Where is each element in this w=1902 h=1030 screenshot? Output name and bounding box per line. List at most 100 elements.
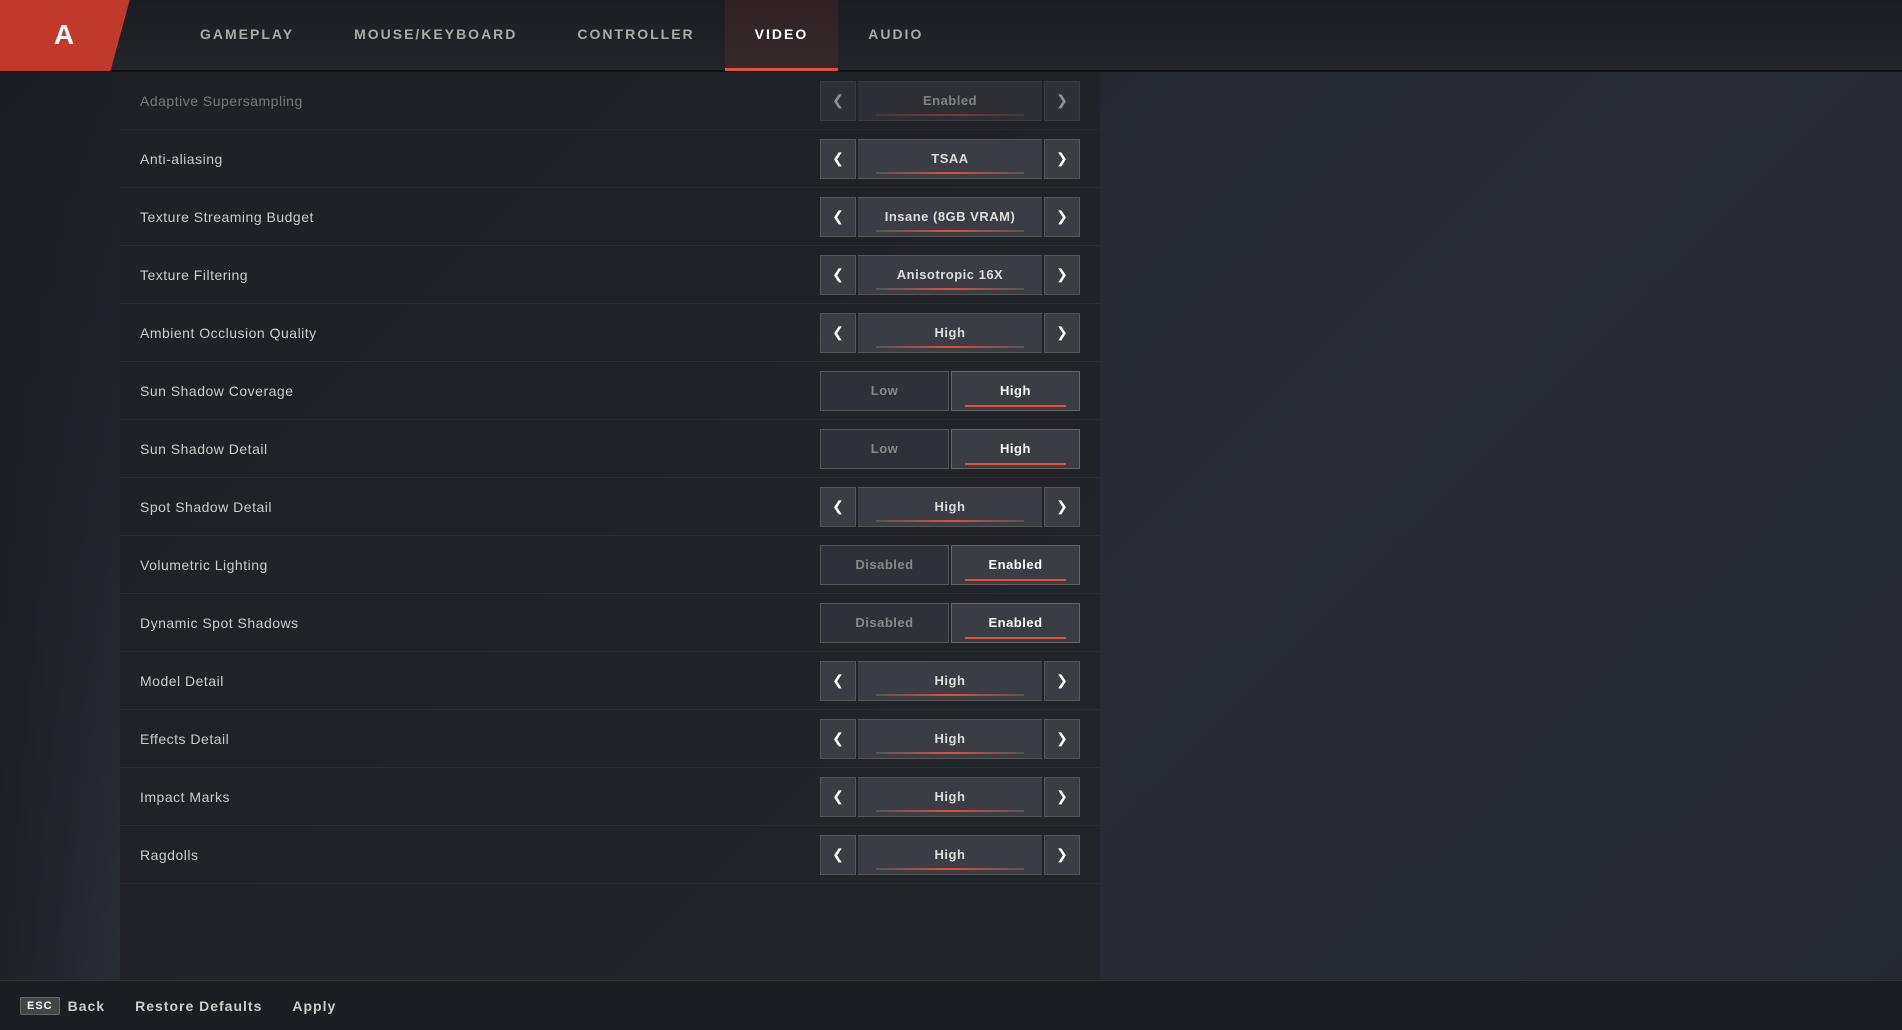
- selector-value: High: [935, 847, 966, 862]
- selector-underline: [876, 346, 1023, 348]
- setting-label: Sun Shadow Coverage: [140, 383, 820, 399]
- settings-panel: Adaptive Supersampling❮Enabled❯Anti-alia…: [120, 72, 1100, 980]
- selector-value-wrap: High: [858, 487, 1042, 527]
- arrow-left-button[interactable]: ❮: [820, 835, 856, 875]
- setting-row: Ragdolls❮ High ❯: [120, 826, 1100, 884]
- arrow-right-button[interactable]: ❯: [1044, 777, 1080, 817]
- setting-label: Volumetric Lighting: [140, 557, 820, 573]
- arrow-right-button[interactable]: ❯: [1044, 719, 1080, 759]
- arrow-right-button[interactable]: ❯: [1044, 661, 1080, 701]
- nav-tab-mouse-keyboard[interactable]: MOUSE/KEYBOARD: [324, 0, 547, 71]
- settings-list[interactable]: Adaptive Supersampling❮Enabled❯Anti-alia…: [120, 72, 1100, 980]
- selector-underline: [876, 288, 1023, 290]
- setting-row: Impact Marks❮ High ❯: [120, 768, 1100, 826]
- selector-underline: [876, 868, 1023, 870]
- selector-underline: [876, 752, 1023, 754]
- selector-value: Anisotropic 16X: [897, 267, 1003, 282]
- setting-label: Ambient Occlusion Quality: [140, 325, 820, 341]
- selector-underline: [876, 520, 1023, 522]
- selector-underline: [876, 114, 1023, 116]
- toggle-control: LowHigh: [820, 371, 1080, 411]
- apply-button[interactable]: Apply: [292, 998, 336, 1014]
- main-content: Adaptive Supersampling❮Enabled❯Anti-alia…: [0, 72, 1902, 980]
- selector-value-wrap: High: [858, 661, 1042, 701]
- selector-value: High: [935, 673, 966, 688]
- setting-row: Effects Detail❮High❯: [120, 710, 1100, 768]
- arrow-left-button[interactable]: ❮: [820, 719, 856, 759]
- setting-label: Texture Streaming Budget: [140, 209, 820, 225]
- right-panel: [1100, 72, 1902, 980]
- arrow-left-button[interactable]: ❮: [820, 661, 856, 701]
- arrow-left-button[interactable]: ❮: [820, 777, 856, 817]
- toggle-option-enabled[interactable]: Enabled: [951, 545, 1080, 585]
- arrow-left-button[interactable]: ❮: [820, 255, 856, 295]
- arrow-right-button[interactable]: ❯: [1044, 255, 1080, 295]
- toggle-option-disabled[interactable]: Disabled: [820, 545, 949, 585]
- nav-tab-video[interactable]: VIDEO: [725, 0, 839, 71]
- logo-area: A: [0, 0, 130, 71]
- arrow-selector: ❮ Enabled ❯: [820, 81, 1080, 121]
- arrow-selector: ❮ High ❯: [820, 777, 1080, 817]
- setting-label: Dynamic Spot Shadows: [140, 615, 820, 631]
- arrow-selector: ❮ High ❯: [820, 661, 1080, 701]
- arrow-selector: ❮ TSAA ❯: [820, 139, 1080, 179]
- selector-value: Enabled: [923, 93, 977, 108]
- setting-row: Volumetric LightingDisabledEnabled: [120, 536, 1100, 594]
- selector-value: Insane (8GB VRAM): [885, 209, 1016, 224]
- toggle-option-high[interactable]: High: [951, 429, 1080, 469]
- toggle-option-enabled[interactable]: Enabled: [951, 603, 1080, 643]
- arrow-right-button[interactable]: ❯: [1044, 487, 1080, 527]
- nav-tabs: GAMEPLAYMOUSE/KEYBOARDCONTROLLERVIDEOAUD…: [170, 0, 953, 71]
- selector-value: High: [935, 731, 966, 746]
- selector-value-wrap: High: [858, 777, 1042, 817]
- setting-row: Adaptive Supersampling❮Enabled❯: [120, 72, 1100, 130]
- selector-value: High: [935, 789, 966, 804]
- setting-label: Texture Filtering: [140, 267, 820, 283]
- setting-row: Dynamic Spot ShadowsDisabledEnabled: [120, 594, 1100, 652]
- arrow-left-button[interactable]: ❮: [820, 139, 856, 179]
- toggle-control: LowHigh: [820, 429, 1080, 469]
- back-button[interactable]: ESC Back: [20, 997, 105, 1015]
- setting-row: Anti-aliasing❮ TSAA ❯: [120, 130, 1100, 188]
- selector-value-wrap: TSAA: [858, 139, 1042, 179]
- arrow-left-button[interactable]: ❮: [820, 197, 856, 237]
- arrow-selector: ❮ High ❯: [820, 719, 1080, 759]
- arrow-left-button[interactable]: ❮: [820, 81, 856, 121]
- setting-label: Sun Shadow Detail: [140, 441, 820, 457]
- arrow-right-button[interactable]: ❯: [1044, 139, 1080, 179]
- selector-value-wrap: High: [858, 313, 1042, 353]
- nav-tab-controller[interactable]: CONTROLLER: [547, 0, 724, 71]
- arrow-selector: ❮ High ❯: [820, 835, 1080, 875]
- setting-label: Model Detail: [140, 673, 820, 689]
- nav-tab-audio[interactable]: AUDIO: [838, 0, 953, 71]
- selector-underline: [876, 810, 1023, 812]
- restore-defaults-button[interactable]: Restore Defaults: [135, 998, 262, 1014]
- setting-label: Anti-aliasing: [140, 151, 820, 167]
- arrow-selector: ❮ Insane (8GB VRAM) ❯: [820, 197, 1080, 237]
- selector-value: TSAA: [931, 151, 968, 166]
- setting-row: Sun Shadow DetailLowHigh: [120, 420, 1100, 478]
- apply-label: Apply: [292, 998, 336, 1014]
- arrow-left-button[interactable]: ❮: [820, 487, 856, 527]
- setting-row: Ambient Occlusion Quality❮High❯: [120, 304, 1100, 362]
- arrow-right-button[interactable]: ❯: [1044, 313, 1080, 353]
- toggle-option-low[interactable]: Low: [820, 429, 949, 469]
- arrow-selector: ❮ High ❯: [820, 487, 1080, 527]
- nav-tab-gameplay[interactable]: GAMEPLAY: [170, 0, 324, 71]
- arrow-right-button[interactable]: ❯: [1044, 197, 1080, 237]
- setting-label: Impact Marks: [140, 789, 820, 805]
- arrow-right-button[interactable]: ❯: [1044, 81, 1080, 121]
- toggle-option-high[interactable]: High: [951, 371, 1080, 411]
- setting-row: Model Detail❮ High ❯: [120, 652, 1100, 710]
- selector-value: High: [935, 499, 966, 514]
- arrow-right-button[interactable]: ❯: [1044, 835, 1080, 875]
- setting-label: Ragdolls: [140, 847, 820, 863]
- selector-value-wrap: Insane (8GB VRAM): [858, 197, 1042, 237]
- arrow-left-button[interactable]: ❮: [820, 313, 856, 353]
- arrow-selector: ❮ Anisotropic 16X ❯: [820, 255, 1080, 295]
- setting-label: Spot Shadow Detail: [140, 499, 820, 515]
- toggle-option-disabled[interactable]: Disabled: [820, 603, 949, 643]
- toggle-control: DisabledEnabled: [820, 545, 1080, 585]
- esc-key-badge: ESC: [20, 997, 60, 1015]
- toggle-option-low[interactable]: Low: [820, 371, 949, 411]
